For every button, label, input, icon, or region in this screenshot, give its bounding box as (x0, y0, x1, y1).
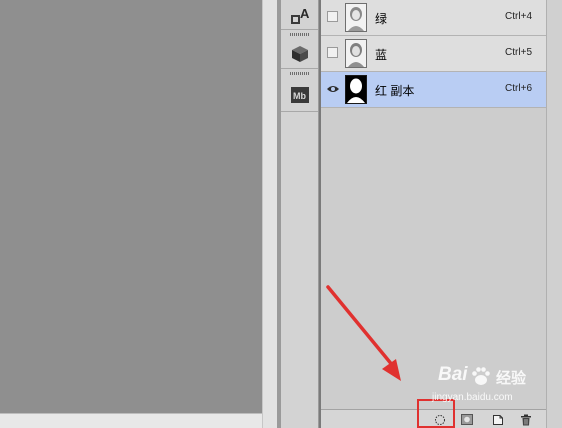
baidu-jingyan-watermark: Bai 经验 jingyan.baidu.com (432, 362, 556, 412)
watermark-url: jingyan.baidu.com (432, 392, 513, 403)
paw-icon (472, 367, 490, 385)
watermark-brand-tail: 经验 (496, 370, 527, 387)
watermark-brand: Bai (438, 364, 468, 385)
